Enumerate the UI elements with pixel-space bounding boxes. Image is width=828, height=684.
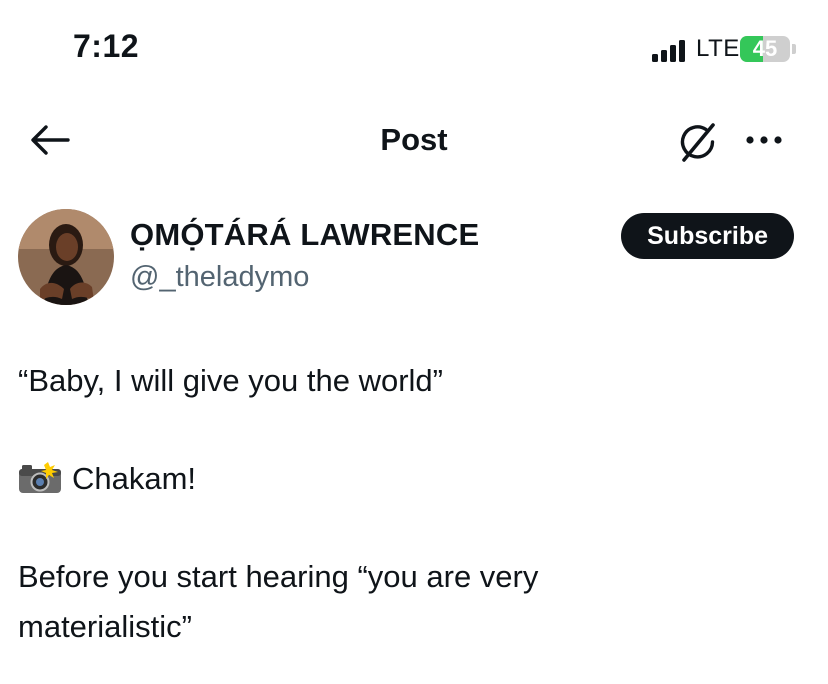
more-icon: [746, 136, 782, 144]
status-bar: 7:12 LTE 45: [0, 0, 828, 100]
post-line-2: Chakam!: [18, 454, 196, 504]
camera-flash-icon: [18, 459, 62, 493]
battery-icon: 45: [740, 36, 790, 62]
subscribe-button[interactable]: Subscribe: [621, 213, 794, 259]
grok-icon: [680, 123, 715, 162]
signal-icon: [652, 38, 692, 62]
post-line-2-text: Chakam!: [72, 461, 197, 496]
profile-photo: [18, 209, 114, 305]
more-button[interactable]: [744, 130, 784, 150]
post-author: ỌMỌ́TÁRÁ LAWRENCE @_theladymo Subscribe: [18, 207, 810, 307]
author-display-name[interactable]: ỌMỌ́TÁRÁ LAWRENCE: [130, 217, 479, 253]
author-handle[interactable]: @_theladymo: [130, 261, 309, 294]
post-line-1: “Baby, I will give you the world”: [18, 363, 443, 398]
avatar[interactable]: [18, 209, 114, 305]
grok-button[interactable]: [676, 120, 722, 166]
post-line-3: Before you start hearing “you are very m…: [18, 559, 539, 644]
nav-bar: Post: [0, 108, 828, 172]
battery-tip: [792, 44, 796, 54]
status-time: 7:12: [73, 28, 140, 64]
network-label: LTE: [696, 35, 740, 62]
battery-percent: 45: [752, 36, 778, 61]
